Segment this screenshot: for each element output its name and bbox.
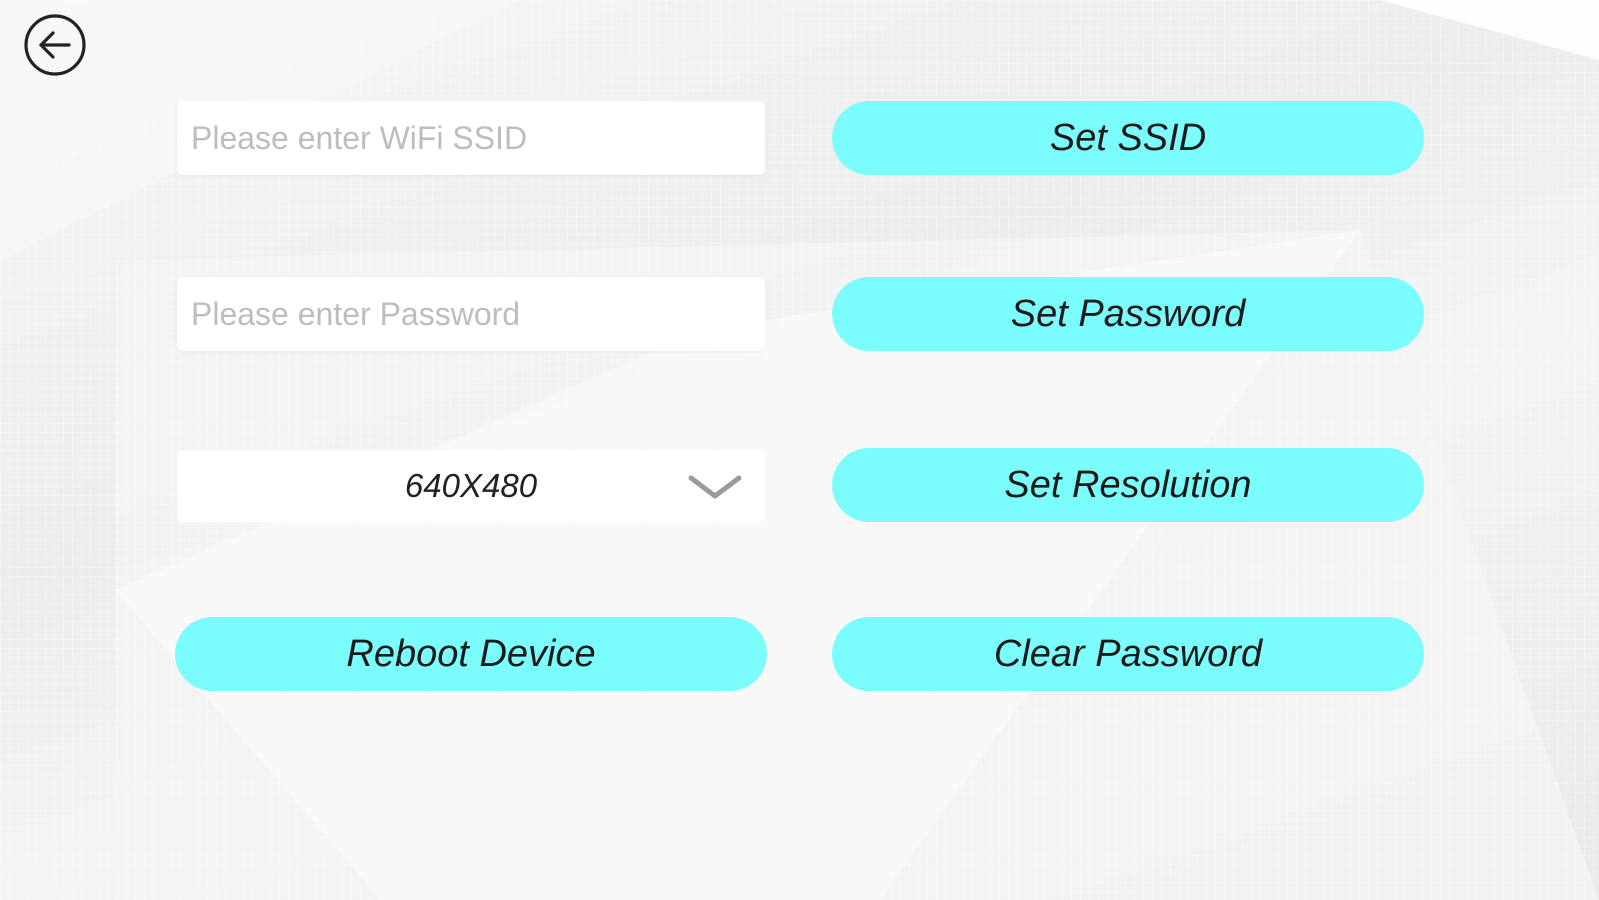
- ssid-field[interactable]: [177, 101, 765, 175]
- ssid-input[interactable]: [177, 101, 765, 175]
- set-ssid-button[interactable]: Set SSID: [832, 101, 1424, 175]
- set-resolution-button[interactable]: Set Resolution: [832, 448, 1424, 522]
- arrow-left-circle-icon: [24, 14, 86, 76]
- password-input[interactable]: [177, 277, 765, 351]
- reboot-device-button[interactable]: Reboot Device: [175, 617, 767, 691]
- clear-password-button[interactable]: Clear Password: [832, 617, 1424, 691]
- resolution-select[interactable]: 640X480: [177, 450, 765, 522]
- back-button[interactable]: [23, 13, 87, 77]
- set-password-button[interactable]: Set Password: [832, 277, 1424, 351]
- password-field[interactable]: [177, 277, 765, 351]
- chevron-down-icon: [688, 475, 742, 499]
- settings-screen: 640X480 Set SSID Set Password Set Resolu…: [0, 0, 1599, 900]
- resolution-selected-value: 640X480: [404, 467, 538, 504]
